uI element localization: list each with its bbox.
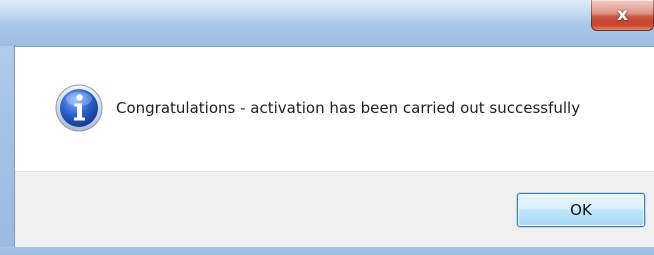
window-bottom-border bbox=[0, 247, 654, 255]
dialog-window: x Congratulations - activation has been … bbox=[0, 0, 654, 255]
close-icon: x bbox=[617, 4, 628, 25]
dialog-content: Congratulations - activation has been ca… bbox=[14, 46, 654, 248]
information-icon bbox=[55, 84, 103, 132]
close-button[interactable]: x bbox=[591, 0, 654, 31]
message-area: Congratulations - activation has been ca… bbox=[15, 47, 654, 171]
title-bar[interactable]: x bbox=[0, 0, 654, 46]
dialog-message: Congratulations - activation has been ca… bbox=[116, 99, 581, 117]
button-bar: OK bbox=[15, 171, 654, 248]
ok-button[interactable]: OK bbox=[517, 193, 645, 227]
